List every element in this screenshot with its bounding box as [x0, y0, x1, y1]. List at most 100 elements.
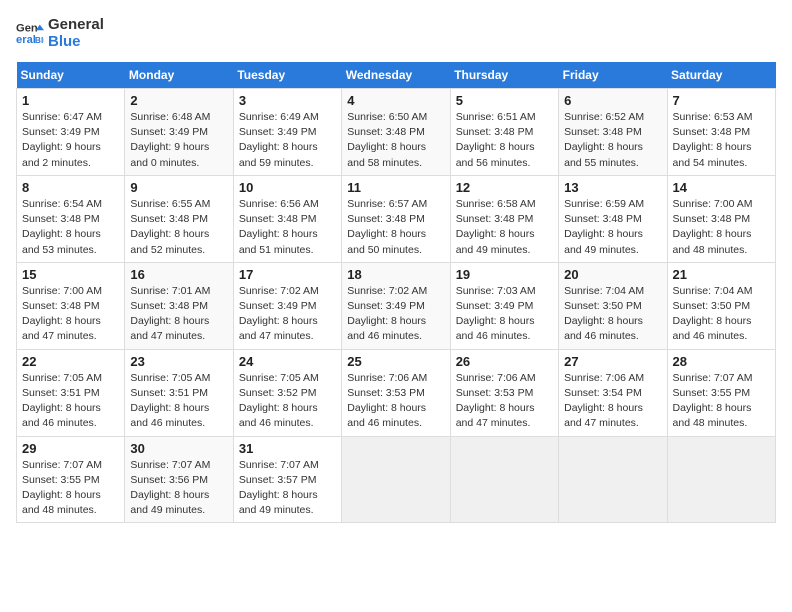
- day-info: Sunrise: 7:04 AM Sunset: 3:50 PM Dayligh…: [673, 284, 770, 345]
- day-info: Sunrise: 7:06 AM Sunset: 3:53 PM Dayligh…: [347, 371, 444, 432]
- calendar-cell: 2 Sunrise: 6:48 AM Sunset: 3:49 PM Dayli…: [125, 89, 233, 176]
- weekday-header-tuesday: Tuesday: [233, 62, 341, 89]
- day-info: Sunrise: 6:58 AM Sunset: 3:48 PM Dayligh…: [456, 197, 553, 258]
- calendar-cell: 10 Sunrise: 6:56 AM Sunset: 3:48 PM Dayl…: [233, 175, 341, 262]
- day-info: Sunrise: 6:56 AM Sunset: 3:48 PM Dayligh…: [239, 197, 336, 258]
- day-number: 21: [673, 267, 770, 282]
- page-header: Gen eral Blue General Blue: [16, 16, 776, 50]
- day-number: 23: [130, 354, 227, 369]
- day-number: 28: [673, 354, 770, 369]
- day-number: 19: [456, 267, 553, 282]
- day-info: Sunrise: 7:07 AM Sunset: 3:56 PM Dayligh…: [130, 458, 227, 519]
- day-number: 14: [673, 180, 770, 195]
- calendar-cell: 25 Sunrise: 7:06 AM Sunset: 3:53 PM Dayl…: [342, 349, 450, 436]
- day-info: Sunrise: 7:05 AM Sunset: 3:51 PM Dayligh…: [130, 371, 227, 432]
- calendar-table: SundayMondayTuesdayWednesdayThursdayFrid…: [16, 62, 776, 523]
- day-number: 31: [239, 441, 336, 456]
- day-info: Sunrise: 6:59 AM Sunset: 3:48 PM Dayligh…: [564, 197, 661, 258]
- day-info: Sunrise: 7:07 AM Sunset: 3:57 PM Dayligh…: [239, 458, 336, 519]
- calendar-week-1: 1 Sunrise: 6:47 AM Sunset: 3:49 PM Dayli…: [17, 89, 776, 176]
- calendar-cell: 23 Sunrise: 7:05 AM Sunset: 3:51 PM Dayl…: [125, 349, 233, 436]
- calendar-cell: 17 Sunrise: 7:02 AM Sunset: 3:49 PM Dayl…: [233, 262, 341, 349]
- calendar-cell: [559, 436, 667, 523]
- day-info: Sunrise: 6:49 AM Sunset: 3:49 PM Dayligh…: [239, 110, 336, 171]
- weekday-header-monday: Monday: [125, 62, 233, 89]
- calendar-cell: 22 Sunrise: 7:05 AM Sunset: 3:51 PM Dayl…: [17, 349, 125, 436]
- logo-text-blue: Blue: [48, 33, 104, 50]
- calendar-cell: 1 Sunrise: 6:47 AM Sunset: 3:49 PM Dayli…: [17, 89, 125, 176]
- day-number: 17: [239, 267, 336, 282]
- calendar-week-4: 22 Sunrise: 7:05 AM Sunset: 3:51 PM Dayl…: [17, 349, 776, 436]
- day-number: 7: [673, 93, 770, 108]
- calendar-cell: 20 Sunrise: 7:04 AM Sunset: 3:50 PM Dayl…: [559, 262, 667, 349]
- calendar-cell: 26 Sunrise: 7:06 AM Sunset: 3:53 PM Dayl…: [450, 349, 558, 436]
- day-number: 25: [347, 354, 444, 369]
- calendar-cell: 8 Sunrise: 6:54 AM Sunset: 3:48 PM Dayli…: [17, 175, 125, 262]
- calendar-cell: 21 Sunrise: 7:04 AM Sunset: 3:50 PM Dayl…: [667, 262, 775, 349]
- day-info: Sunrise: 6:53 AM Sunset: 3:48 PM Dayligh…: [673, 110, 770, 171]
- logo: Gen eral Blue General Blue: [16, 16, 104, 50]
- calendar-cell: 6 Sunrise: 6:52 AM Sunset: 3:48 PM Dayli…: [559, 89, 667, 176]
- weekday-header-row: SundayMondayTuesdayWednesdayThursdayFrid…: [17, 62, 776, 89]
- calendar-cell: 5 Sunrise: 6:51 AM Sunset: 3:48 PM Dayli…: [450, 89, 558, 176]
- calendar-cell: 7 Sunrise: 6:53 AM Sunset: 3:48 PM Dayli…: [667, 89, 775, 176]
- weekday-header-wednesday: Wednesday: [342, 62, 450, 89]
- logo-icon: Gen eral Blue: [16, 19, 44, 47]
- day-info: Sunrise: 7:05 AM Sunset: 3:52 PM Dayligh…: [239, 371, 336, 432]
- logo-text-general: General: [48, 16, 104, 33]
- day-info: Sunrise: 7:07 AM Sunset: 3:55 PM Dayligh…: [673, 371, 770, 432]
- day-number: 20: [564, 267, 661, 282]
- day-info: Sunrise: 6:50 AM Sunset: 3:48 PM Dayligh…: [347, 110, 444, 171]
- calendar-cell: 3 Sunrise: 6:49 AM Sunset: 3:49 PM Dayli…: [233, 89, 341, 176]
- day-info: Sunrise: 7:01 AM Sunset: 3:48 PM Dayligh…: [130, 284, 227, 345]
- svg-text:eral: eral: [16, 34, 36, 46]
- day-number: 27: [564, 354, 661, 369]
- day-info: Sunrise: 6:48 AM Sunset: 3:49 PM Dayligh…: [130, 110, 227, 171]
- day-number: 24: [239, 354, 336, 369]
- calendar-cell: 18 Sunrise: 7:02 AM Sunset: 3:49 PM Dayl…: [342, 262, 450, 349]
- day-number: 10: [239, 180, 336, 195]
- calendar-body: 1 Sunrise: 6:47 AM Sunset: 3:49 PM Dayli…: [17, 89, 776, 523]
- calendar-cell: 16 Sunrise: 7:01 AM Sunset: 3:48 PM Dayl…: [125, 262, 233, 349]
- calendar-cell: 14 Sunrise: 7:00 AM Sunset: 3:48 PM Dayl…: [667, 175, 775, 262]
- day-number: 2: [130, 93, 227, 108]
- day-info: Sunrise: 6:57 AM Sunset: 3:48 PM Dayligh…: [347, 197, 444, 258]
- day-info: Sunrise: 7:07 AM Sunset: 3:55 PM Dayligh…: [22, 458, 119, 519]
- day-number: 4: [347, 93, 444, 108]
- calendar-week-3: 15 Sunrise: 7:00 AM Sunset: 3:48 PM Dayl…: [17, 262, 776, 349]
- calendar-cell: 4 Sunrise: 6:50 AM Sunset: 3:48 PM Dayli…: [342, 89, 450, 176]
- day-number: 1: [22, 93, 119, 108]
- day-number: 12: [456, 180, 553, 195]
- svg-text:Gen: Gen: [16, 23, 38, 35]
- weekday-header-friday: Friday: [559, 62, 667, 89]
- calendar-cell: 13 Sunrise: 6:59 AM Sunset: 3:48 PM Dayl…: [559, 175, 667, 262]
- day-number: 16: [130, 267, 227, 282]
- day-info: Sunrise: 6:54 AM Sunset: 3:48 PM Dayligh…: [22, 197, 119, 258]
- day-info: Sunrise: 7:06 AM Sunset: 3:54 PM Dayligh…: [564, 371, 661, 432]
- day-info: Sunrise: 7:06 AM Sunset: 3:53 PM Dayligh…: [456, 371, 553, 432]
- weekday-header-thursday: Thursday: [450, 62, 558, 89]
- weekday-header-sunday: Sunday: [17, 62, 125, 89]
- day-info: Sunrise: 7:04 AM Sunset: 3:50 PM Dayligh…: [564, 284, 661, 345]
- day-info: Sunrise: 6:47 AM Sunset: 3:49 PM Dayligh…: [22, 110, 119, 171]
- day-info: Sunrise: 7:03 AM Sunset: 3:49 PM Dayligh…: [456, 284, 553, 345]
- day-number: 18: [347, 267, 444, 282]
- calendar-cell: 11 Sunrise: 6:57 AM Sunset: 3:48 PM Dayl…: [342, 175, 450, 262]
- day-info: Sunrise: 7:00 AM Sunset: 3:48 PM Dayligh…: [22, 284, 119, 345]
- calendar-cell: 31 Sunrise: 7:07 AM Sunset: 3:57 PM Dayl…: [233, 436, 341, 523]
- calendar-week-5: 29 Sunrise: 7:07 AM Sunset: 3:55 PM Dayl…: [17, 436, 776, 523]
- day-info: Sunrise: 7:00 AM Sunset: 3:48 PM Dayligh…: [673, 197, 770, 258]
- day-number: 8: [22, 180, 119, 195]
- calendar-cell: [667, 436, 775, 523]
- day-number: 6: [564, 93, 661, 108]
- day-info: Sunrise: 7:02 AM Sunset: 3:49 PM Dayligh…: [347, 284, 444, 345]
- calendar-cell: 29 Sunrise: 7:07 AM Sunset: 3:55 PM Dayl…: [17, 436, 125, 523]
- calendar-cell: 28 Sunrise: 7:07 AM Sunset: 3:55 PM Dayl…: [667, 349, 775, 436]
- day-number: 30: [130, 441, 227, 456]
- day-number: 26: [456, 354, 553, 369]
- calendar-cell: 19 Sunrise: 7:03 AM Sunset: 3:49 PM Dayl…: [450, 262, 558, 349]
- day-number: 9: [130, 180, 227, 195]
- day-number: 22: [22, 354, 119, 369]
- svg-text:Blue: Blue: [35, 35, 44, 45]
- calendar-cell: 9 Sunrise: 6:55 AM Sunset: 3:48 PM Dayli…: [125, 175, 233, 262]
